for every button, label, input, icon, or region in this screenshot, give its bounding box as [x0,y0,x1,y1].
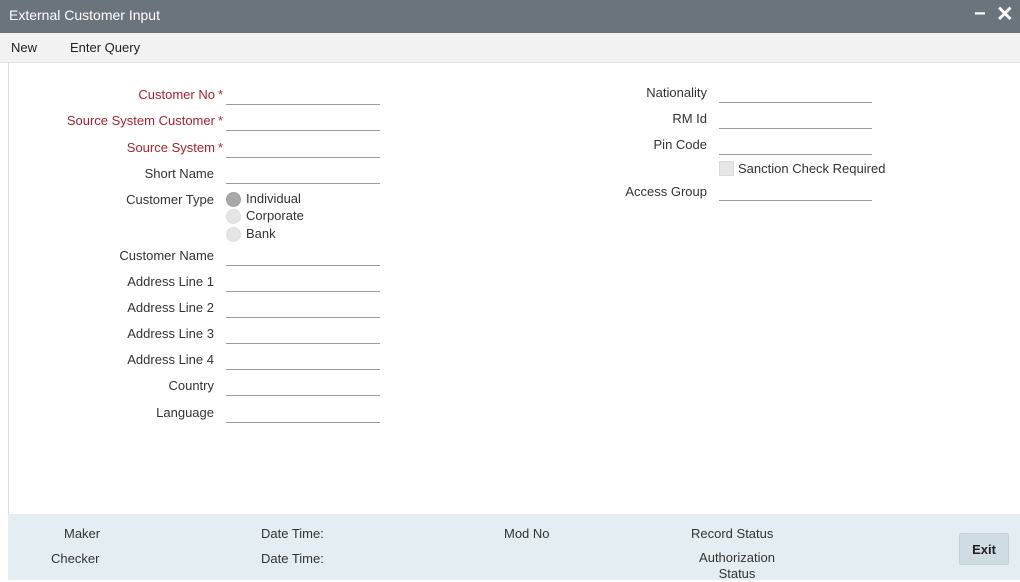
rm-id-label: RM Id [672,111,707,126]
customer-no-input[interactable] [226,86,380,105]
address-line-1-label: Address Line 1 [127,274,214,289]
customer-name-input[interactable] [226,247,380,266]
required-marker: * [217,87,223,102]
language-input[interactable] [226,404,380,423]
enter-query-menu-item[interactable]: Enter Query [70,40,140,55]
record-status-label: Record Status [691,526,774,541]
exit-button[interactable]: Exit [959,533,1009,565]
address-line-3-label: Address Line 3 [127,326,214,341]
audit-footer [8,514,1020,580]
menu-bar: New Enter Query [0,33,1020,63]
new-menu-item[interactable]: New [11,40,37,55]
pin-code-input[interactable] [719,136,872,155]
country-label: Country [168,378,214,393]
required-marker: * [217,113,223,128]
access-group-label: Access Group [625,184,707,199]
source-system-customer-label: Source System Customer * [66,113,223,128]
pin-code-label: Pin Code [653,137,707,152]
address-line-1-input[interactable] [226,273,380,292]
source-system-label: Source System * [126,140,223,155]
access-group-input[interactable] [719,182,872,201]
source-system-customer-input[interactable] [226,112,380,131]
minimize-icon[interactable]: − [974,3,986,26]
customer-type-bank-label: Bank [246,226,276,241]
close-icon[interactable]: ✕ [996,2,1014,27]
nationality-label: Nationality [646,85,707,100]
window-title: External Customer Input [9,7,160,23]
window-titlebar: External Customer Input − ✕ [0,0,1020,33]
customer-type-corporate-radio[interactable] [226,209,241,224]
nationality-input[interactable] [719,84,872,103]
customer-type-individual-label: Individual [246,191,301,206]
authorization-status-label: Authorization Status [699,550,775,581]
short-name-input[interactable] [226,165,380,184]
short-name-label: Short Name [144,166,214,181]
address-line-2-input[interactable] [226,299,380,318]
maker-date-time-label: Date Time: [261,526,324,541]
address-line-2-label: Address Line 2 [127,300,214,315]
address-line-3-input[interactable] [226,325,380,344]
country-input[interactable] [226,377,380,396]
customer-type-corporate-label: Corporate [246,208,304,223]
mod-no-label: Mod No [504,526,550,541]
customer-type-bank-radio[interactable] [226,227,241,242]
required-marker: * [217,140,223,155]
rm-id-input[interactable] [719,110,872,129]
language-label: Language [156,405,214,420]
checker-label: Checker [51,551,100,566]
customer-no-label: Customer No * [138,87,223,102]
sanction-check-label: Sanction Check Required [738,161,886,176]
maker-label: Maker [64,526,101,541]
checker-date-time-label: Date Time: [261,551,324,566]
customer-type-individual-radio[interactable] [226,192,241,207]
sanction-check-checkbox[interactable] [719,161,734,176]
customer-type-label: Customer Type [126,192,214,207]
address-line-4-input[interactable] [226,351,380,370]
address-line-4-label: Address Line 4 [127,352,214,367]
customer-name-label: Customer Name [119,248,214,263]
source-system-input[interactable] [226,139,380,158]
